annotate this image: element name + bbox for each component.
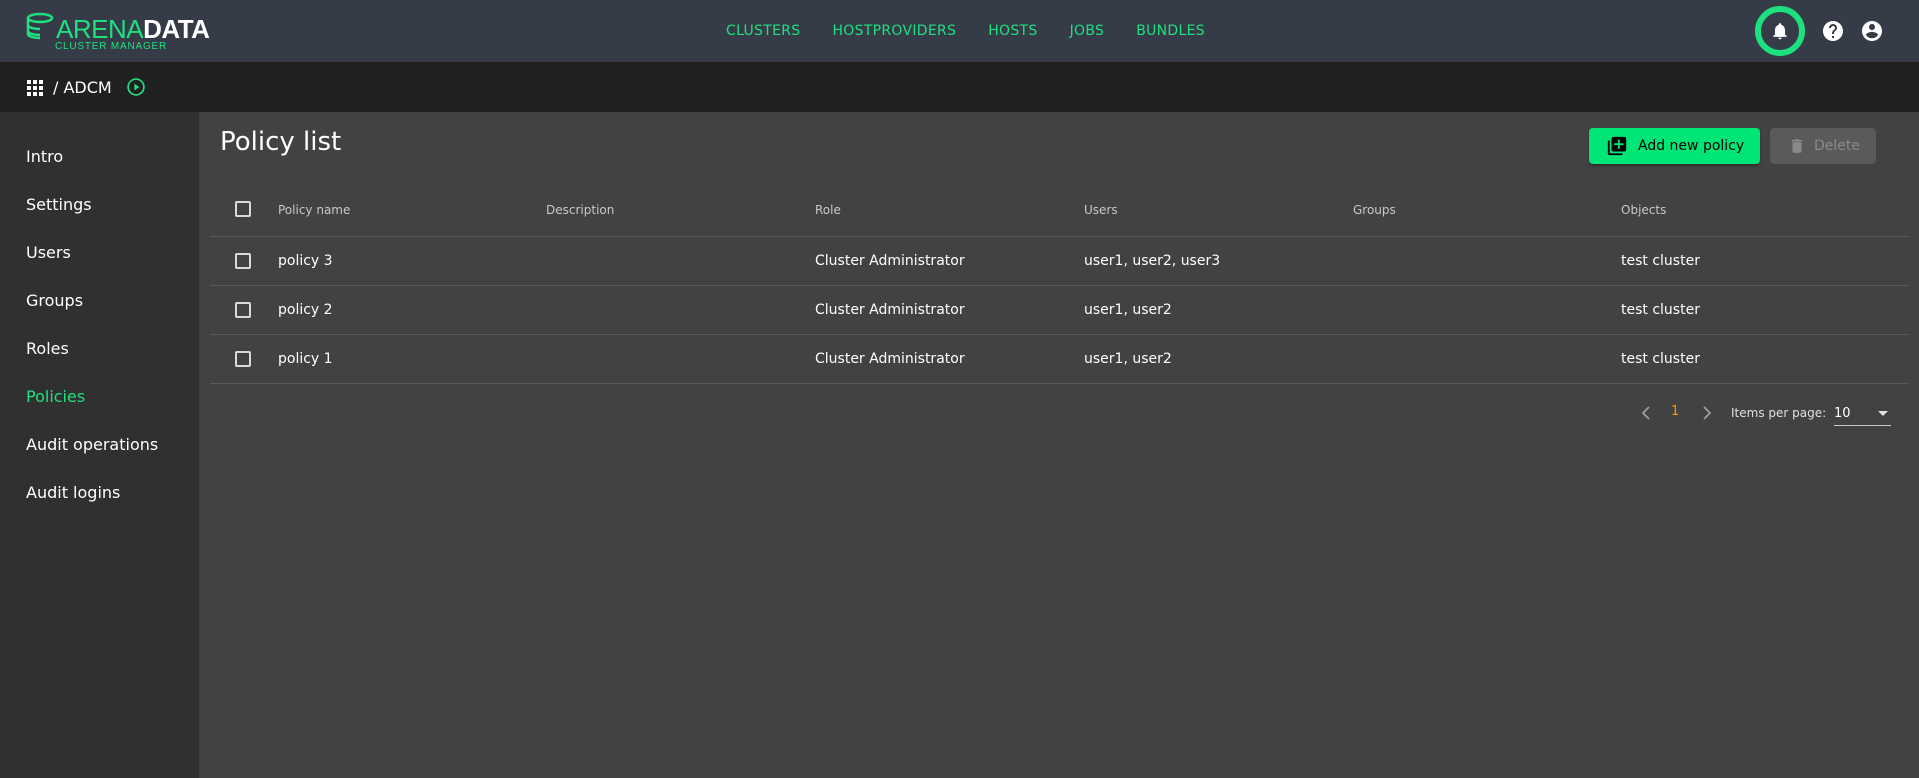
breadcrumb-bar: / ADCM	[0, 62, 1919, 112]
objects-cell: test cluster	[1621, 351, 1700, 367]
sidebar-item-groups[interactable]: Groups	[26, 291, 83, 310]
nav-clusters[interactable]: CLUSTERS	[726, 23, 800, 39]
main-nav: CLUSTERS HOSTPROVIDERS HOSTS JOBS BUNDLE…	[726, 0, 1205, 62]
account-icon	[1862, 21, 1882, 41]
items-per-page-select[interactable]: 10	[1834, 400, 1891, 426]
logo-wordmark: ARENADATA	[56, 14, 210, 44]
sidebar-item-audit-operations[interactable]: Audit operations	[26, 435, 158, 454]
add-new-policy-button[interactable]: Add new policy	[1589, 128, 1760, 164]
items-per-page-label: Items per page:	[1731, 406, 1827, 420]
help-button[interactable]	[1821, 19, 1845, 43]
logo-word-arena: ARENA	[56, 14, 144, 44]
logo-database-icon	[26, 12, 54, 40]
nav-jobs[interactable]: JOBS	[1070, 23, 1105, 39]
sidebar-item-intro[interactable]: Intro	[26, 147, 63, 166]
column-header-policy-name[interactable]: Policy name	[278, 183, 350, 236]
items-per-page-value: 10	[1834, 406, 1851, 421]
objects-cell: test cluster	[1621, 302, 1700, 318]
column-header-groups[interactable]: Groups	[1353, 183, 1396, 236]
policy-name-cell: policy 3	[278, 253, 333, 269]
page-number[interactable]: 1	[1671, 404, 1679, 419]
breadcrumb[interactable]: / ADCM	[53, 78, 112, 97]
logo-word-data: DATA	[143, 14, 210, 44]
delete-label: Delete	[1814, 138, 1860, 154]
notifications-button[interactable]	[1755, 6, 1805, 56]
row-checkbox[interactable]	[235, 351, 251, 367]
role-cell: Cluster Administrator	[815, 253, 965, 269]
select-all-checkbox[interactable]	[235, 201, 251, 217]
users-cell: user1, user2	[1084, 302, 1172, 318]
delete-button[interactable]: Delete	[1770, 128, 1876, 164]
page-title: Policy list	[220, 127, 342, 157]
help-icon	[1823, 21, 1843, 41]
nav-hostproviders[interactable]: HOSTPROVIDERS	[832, 23, 956, 39]
row-checkbox[interactable]	[235, 253, 251, 269]
logo-subtitle: CLUSTER MANAGER	[55, 41, 168, 52]
apps-icon[interactable]	[27, 80, 43, 96]
row-checkbox[interactable]	[235, 302, 251, 318]
table-row[interactable]: policy 1 Cluster Administrator user1, us…	[210, 335, 1909, 384]
column-header-users[interactable]: Users	[1084, 183, 1118, 236]
trash-icon	[1791, 139, 1803, 153]
policy-name-cell: policy 2	[278, 302, 333, 318]
role-cell: Cluster Administrator	[815, 302, 965, 318]
chevron-down-icon	[1878, 411, 1888, 416]
sidebar-item-roles[interactable]: Roles	[26, 339, 69, 358]
column-header-description[interactable]: Description	[546, 183, 614, 236]
column-header-objects[interactable]: Objects	[1621, 183, 1666, 236]
nav-bundles[interactable]: BUNDLES	[1136, 23, 1205, 39]
users-cell: user1, user2	[1084, 351, 1172, 367]
chevron-right-icon[interactable]	[1699, 404, 1715, 422]
play-circle-icon[interactable]	[126, 77, 146, 97]
sidebar-item-users[interactable]: Users	[26, 243, 71, 262]
sidebar-item-audit-logins[interactable]: Audit logins	[26, 483, 120, 502]
add-new-policy-label: Add new policy	[1638, 138, 1745, 154]
column-header-role[interactable]: Role	[815, 183, 841, 236]
top-bar: ARENADATA CLUSTER MANAGER CLUSTERS HOSTP…	[0, 0, 1919, 62]
library-add-icon	[1607, 136, 1627, 156]
sidebar: Intro Settings Users Groups Roles Polici…	[0, 112, 199, 778]
users-cell: user1, user2, user3	[1084, 253, 1221, 269]
arenadata-logo[interactable]: ARENADATA CLUSTER MANAGER	[26, 10, 210, 54]
account-button[interactable]	[1860, 19, 1884, 43]
sidebar-item-policies[interactable]: Policies	[26, 387, 85, 406]
chevron-left-icon[interactable]	[1638, 404, 1654, 422]
role-cell: Cluster Administrator	[815, 351, 965, 367]
bell-icon	[1773, 23, 1787, 40]
sidebar-item-settings[interactable]: Settings	[26, 195, 92, 214]
table-header-row: Policy name Description Role Users Group…	[210, 183, 1909, 237]
table-row[interactable]: policy 3 Cluster Administrator user1, us…	[210, 237, 1909, 286]
objects-cell: test cluster	[1621, 253, 1700, 269]
policy-table: Policy name Description Role Users Group…	[210, 183, 1909, 384]
nav-hosts[interactable]: HOSTS	[988, 23, 1037, 39]
table-row[interactable]: policy 2 Cluster Administrator user1, us…	[210, 286, 1909, 335]
policy-name-cell: policy 1	[278, 351, 333, 367]
